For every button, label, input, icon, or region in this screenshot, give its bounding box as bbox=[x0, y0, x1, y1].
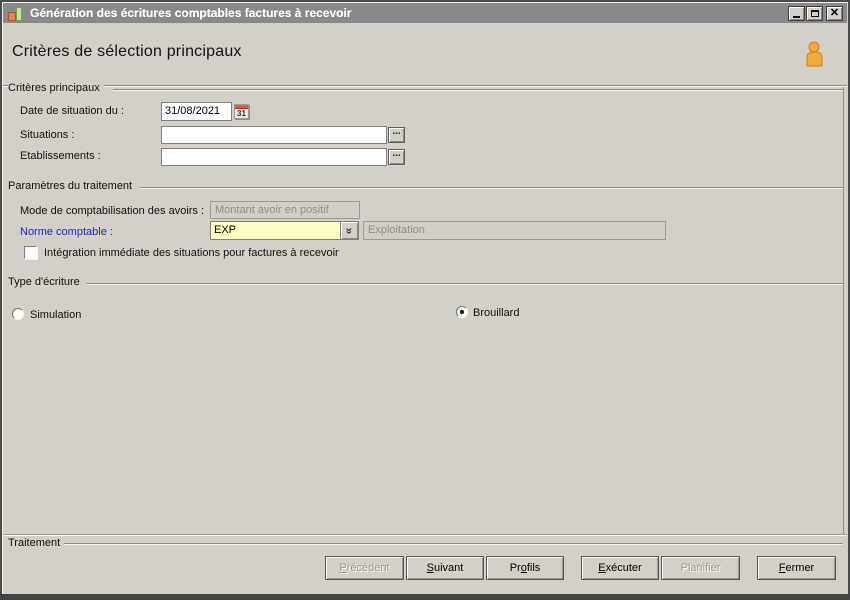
chevron-down-icon: » bbox=[342, 227, 357, 234]
group-line-criteres bbox=[113, 89, 843, 91]
situations-label: Situations : bbox=[20, 129, 75, 141]
page-title: Critères de sélection principaux bbox=[12, 43, 242, 60]
radio-simulation-label[interactable]: Simulation bbox=[30, 309, 81, 321]
date-label: Date de situation du : bbox=[20, 105, 124, 117]
group-label-parametres: Paramètres du traitement bbox=[8, 180, 137, 192]
norme-comptable-combo[interactable]: EXP » bbox=[210, 221, 359, 240]
minimize-button[interactable] bbox=[788, 6, 805, 21]
etablissements-browse-button[interactable]: ... bbox=[388, 149, 405, 165]
etablissements-input[interactable] bbox=[161, 148, 387, 166]
group-line-parametres bbox=[140, 187, 843, 189]
close-button[interactable]: ✕ bbox=[826, 6, 843, 21]
norme-dropdown-button[interactable]: » bbox=[340, 222, 358, 239]
fermer-button[interactable]: Fermer bbox=[757, 556, 836, 580]
close-icon: ✕ bbox=[829, 7, 840, 19]
group-line-type-ecriture bbox=[86, 283, 843, 285]
integration-checkbox[interactable] bbox=[24, 246, 37, 259]
situations-browse-button[interactable]: ... bbox=[388, 127, 405, 143]
user-icon bbox=[804, 41, 826, 72]
maximize-button[interactable] bbox=[806, 6, 823, 21]
app-icon-orange-bar bbox=[8, 11, 16, 21]
suivant-button[interactable]: Suivant bbox=[406, 556, 484, 580]
app-icon-green-bar bbox=[16, 6, 22, 21]
calendar-button[interactable]: 31 bbox=[234, 104, 249, 119]
mode-avoirs-field: Montant avoir en positif bbox=[210, 201, 360, 219]
minimize-icon bbox=[793, 16, 800, 18]
ellipsis-icon: ... bbox=[392, 126, 401, 137]
window-controls: ✕ bbox=[787, 6, 843, 21]
integration-checkbox-label[interactable]: Intégration immédiate des situations pou… bbox=[44, 247, 339, 259]
planifier-button[interactable]: Planifier bbox=[661, 556, 740, 580]
radio-dot bbox=[460, 310, 464, 314]
precedent-button[interactable]: Précédent bbox=[325, 556, 404, 580]
situations-input[interactable] bbox=[161, 126, 387, 144]
group-label-traitement: Traitement bbox=[8, 537, 65, 549]
window-frame-bottom bbox=[0, 594, 850, 600]
radio-brouillard-label[interactable]: Brouillard bbox=[473, 307, 519, 319]
panel-bottom-border bbox=[3, 534, 847, 536]
maximize-icon bbox=[810, 10, 819, 17]
date-input[interactable]: 31/08/2021 bbox=[161, 102, 232, 121]
group-line-traitement bbox=[64, 543, 843, 545]
norme-description-field: Exploitation bbox=[363, 221, 666, 240]
executer-button[interactable]: Exécuter bbox=[581, 556, 659, 580]
profils-button[interactable]: Profils bbox=[486, 556, 564, 580]
dialog-window: Génération des écritures comptables fact… bbox=[0, 0, 850, 600]
group-label-type-ecriture: Type d'écriture bbox=[8, 276, 84, 288]
header-divider bbox=[3, 85, 847, 87]
radio-simulation[interactable] bbox=[12, 308, 24, 320]
norme-comptable-value: EXP bbox=[214, 224, 237, 236]
ellipsis-icon: ... bbox=[392, 148, 401, 159]
title-bar[interactable]: Génération des écritures comptables fact… bbox=[3, 3, 847, 23]
group-label-criteres: Critères principaux bbox=[8, 82, 104, 94]
calendar-icon: 31 bbox=[237, 109, 246, 118]
norme-comptable-label: Norme comptable : bbox=[20, 226, 113, 238]
radio-brouillard[interactable] bbox=[456, 306, 468, 318]
etablissements-label: Etablissements : bbox=[20, 150, 101, 162]
app-icon bbox=[8, 6, 24, 21]
mode-avoirs-label: Mode de comptabilisation des avoirs : bbox=[20, 205, 205, 217]
panel-right-border bbox=[843, 87, 844, 535]
window-title: Génération des écritures comptables fact… bbox=[30, 6, 352, 20]
